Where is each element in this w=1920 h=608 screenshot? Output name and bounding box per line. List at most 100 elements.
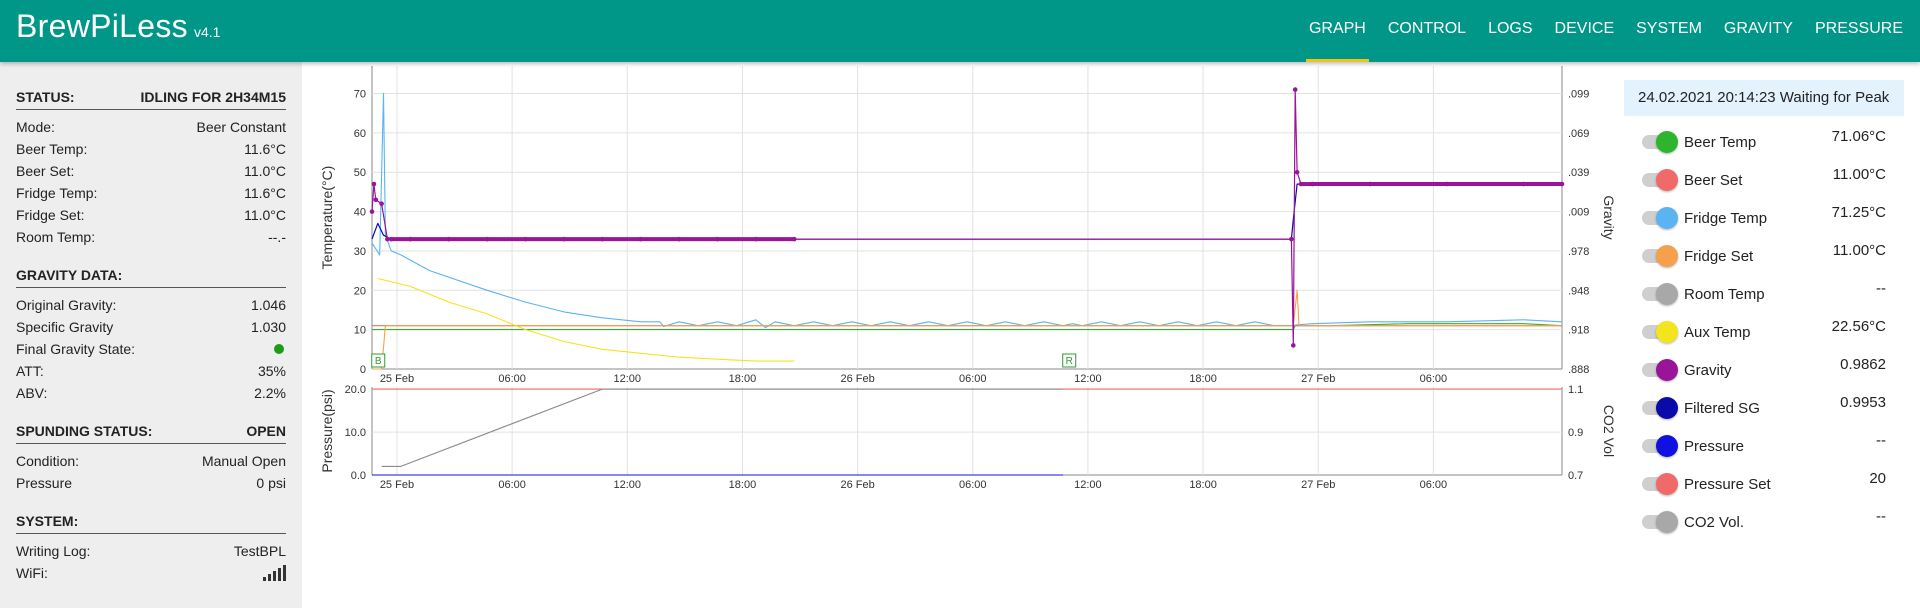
y2-tick-label: .978 [1568,246,1589,258]
gravity-label: GRAVITY DATA: [16,267,123,283]
nav-control[interactable]: CONTROL [1377,0,1477,62]
gravity-point [676,236,682,242]
spunding-row-pressure: Pressure 0 psi [16,472,286,494]
x-tick-label: 25 Feb [380,479,414,491]
row-label: Condition: [16,453,80,469]
nav-device[interactable]: DEVICE [1544,0,1626,62]
legend-series-value: 11.00°C [1832,242,1886,259]
status-row-mode: Mode: Beer Constant [16,116,286,138]
y2-tick-label: 0.9 [1568,427,1583,439]
row-label: ATT: [16,363,44,379]
gravity-header: GRAVITY DATA: [16,262,286,288]
legend-item[interactable]: Pressure -- [1624,428,1904,466]
gravity-point [561,236,567,242]
series-color-knob[interactable] [1656,359,1678,381]
legend-series-name: Aux Temp [1684,324,1751,341]
series-color-knob[interactable] [1656,207,1678,229]
legend-series-value: -- [1876,432,1886,449]
series-line [371,92,1563,329]
legend-series-name: CO2 Vol. [1684,514,1745,531]
legend-series-name: Beer Set [1684,172,1743,189]
series-color-knob[interactable] [1656,397,1678,419]
y-tick-label: 10.0 [345,427,366,439]
legend-series-name: Filtered SG [1684,400,1760,417]
x-tick-label: 25 Feb [380,373,414,385]
nav-system[interactable]: SYSTEM [1625,0,1713,62]
legend-item[interactable]: Beer Temp 71.06°C [1624,124,1904,162]
row-label: Writing Log: [16,543,91,559]
legend-series-name: Gravity [1684,362,1732,379]
series-color-knob[interactable] [1656,169,1678,191]
row-label: Beer Set: [16,163,75,179]
gravity-point [715,236,720,242]
x-tick-label: 27 Feb [1301,479,1335,491]
status-header: STATUS: IDLING FOR 2H34M15 [16,84,286,110]
y-tick-label: 20.0 [345,384,366,396]
y2-tick-label: .948 [1568,285,1589,297]
spunding-header: SPUNDING STATUS: OPEN [16,418,286,444]
series-color-knob[interactable] [1656,283,1678,305]
gravity-point [1521,181,1526,187]
series-color-knob[interactable] [1656,511,1678,533]
system-row-wifi: WiFi: [16,562,286,584]
app-version: v4.1 [193,24,221,40]
x-tick-label: 06:00 [498,373,526,385]
legend-item[interactable]: Fridge Temp 71.25°C [1624,200,1904,238]
status-row-room-temp: Room Temp: --.- [16,226,286,248]
y-axis-title: Temperature(°C) [319,166,335,270]
series-line [371,89,1562,346]
legend-item[interactable]: Gravity 0.9862 [1624,352,1904,390]
wifi-signal-icon [263,565,286,581]
gravity-point [1298,181,1304,187]
x-tick-label: 06:00 [959,373,987,385]
y2-axis-title: Gravity [1601,195,1617,239]
nav-graph[interactable]: GRAPH [1298,0,1377,62]
nav-gravity[interactable]: GRAVITY [1713,0,1804,62]
row-label: Original Gravity: [16,297,117,313]
x-tick-label: 12:00 [1074,479,1102,491]
legend-series-value: 11.00°C [1832,166,1886,183]
gravity-row-abv: ABV: 2.2% [16,382,286,404]
graph-area[interactable]: 25 Feb 06:00 12:00 18:00 26 Feb 06:00 12:00 18:… [302,62,1622,608]
y-tick-label: 60 [354,128,366,140]
legend-item[interactable]: Room Temp -- [1624,276,1904,314]
y-tick-label: 20 [354,285,366,297]
x-tick-label: 06:00 [1420,479,1448,491]
gravity-point [371,181,377,187]
status-row-beer-set: Beer Set: 11.0°C [16,160,286,182]
status-value: IDLING FOR 2H34M15 [140,89,286,105]
annotation-label: B [375,356,382,367]
x-tick-label: 18:00 [1189,373,1217,385]
series-color-knob[interactable] [1656,131,1678,153]
legend-item[interactable]: Filtered SG 0.9953 [1624,390,1904,428]
legend-item[interactable]: Pressure Set 20 [1624,466,1904,504]
gravity-point [388,236,394,242]
system-row-log: Writing Log: TestBPL [16,540,286,562]
row-value: 11.0°C [244,207,286,223]
y-tick-label: 70 [354,89,366,101]
y2-tick-label: .888 [1568,364,1589,376]
series-color-knob[interactable] [1656,245,1678,267]
y-tick-label: 10 [354,325,366,337]
app-title[interactable]: BrewPiLess [16,8,188,44]
legend-item[interactable]: Beer Set 11.00°C [1624,162,1904,200]
series-color-knob[interactable] [1656,435,1678,457]
nav-pressure[interactable]: PRESSURE [1804,0,1914,62]
graph-svg[interactable]: 25 Feb 06:00 12:00 18:00 26 Feb 06:00 12:00 18:… [302,62,1622,608]
row-value: TestBPL [233,543,286,559]
legend-item[interactable]: Fridge Set 11.00°C [1624,238,1904,276]
y2-tick-label: .009 [1568,207,1589,219]
legend-item[interactable]: CO2 Vol. -- [1624,504,1904,542]
legend-series-value: 0.9862 [1840,356,1886,373]
row-value: 11.6°C [244,185,286,201]
x-tick-label: 27 Feb [1301,373,1335,385]
top-app-bar: BrewPiLess v4.1 GRAPH CONTROL LOGS DEVICE… [0,0,1920,62]
legend-item[interactable]: Aux Temp 22.56°C [1624,314,1904,352]
series-color-knob[interactable] [1656,321,1678,343]
y2-axis-title: CO2 Vol [1601,405,1617,457]
series-color-knob[interactable] [1656,473,1678,495]
nav-logs[interactable]: LOGS [1477,0,1543,62]
status-sidebar: STATUS: IDLING FOR 2H34M15 Mode: Beer Con… [0,62,302,608]
legend-series-value: 71.25°C [1831,204,1886,221]
row-label: Specific Gravity [16,319,114,335]
